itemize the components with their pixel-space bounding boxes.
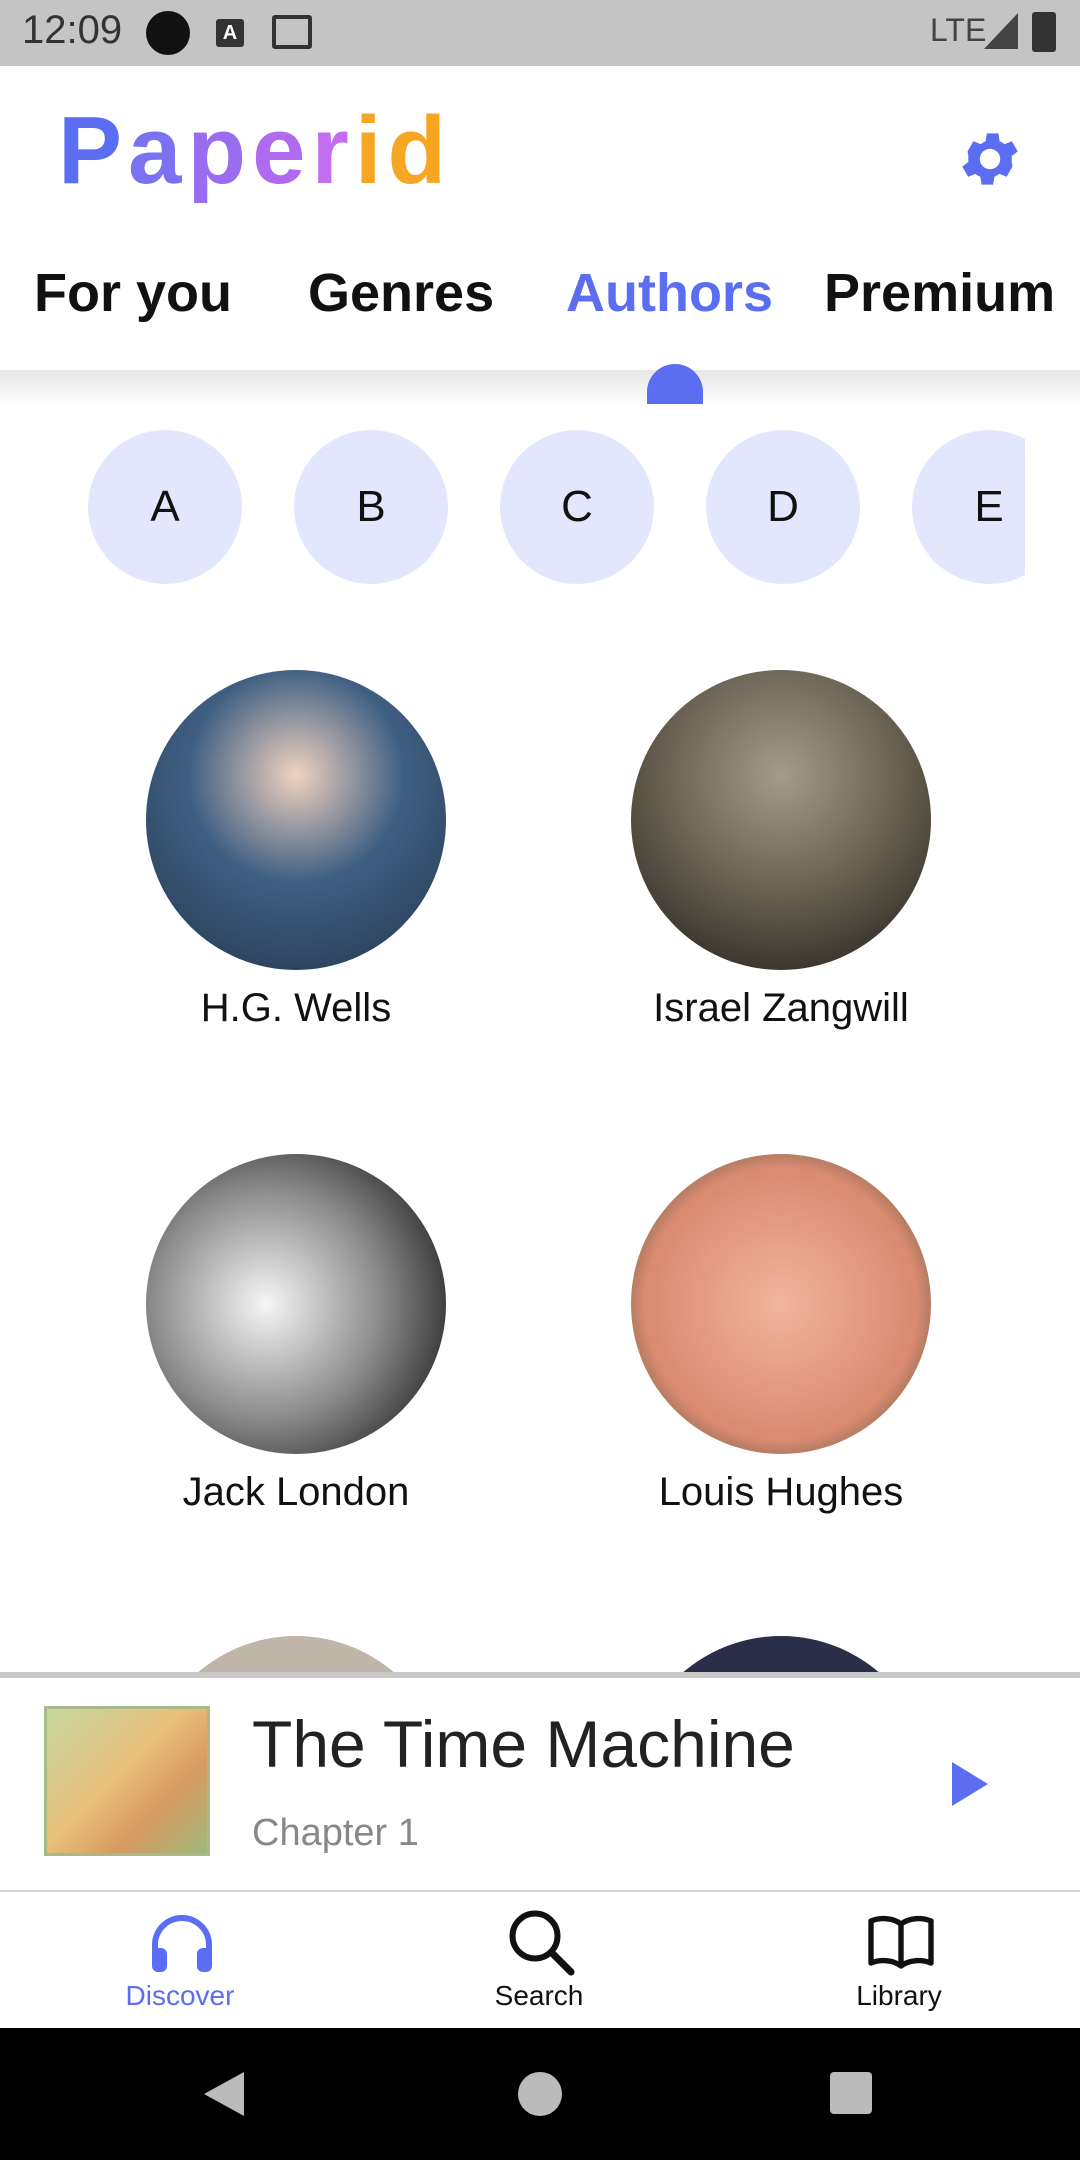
author-avatar [146,670,446,970]
home-icon[interactable] [518,2072,562,2116]
author-card[interactable]: Louis Hughes [571,1154,991,1515]
author-avatar-partial[interactable] [146,1636,446,1674]
author-avatar-partial[interactable] [631,1636,931,1674]
app-logo-letter: a [128,97,188,204]
tab-genres[interactable]: Genres [308,262,494,324]
letter-a-button[interactable]: A [88,430,242,584]
author-card[interactable]: H.G. Wells [86,670,506,1031]
letter-filter[interactable]: A B C D E [0,430,1025,586]
recent-apps-icon[interactable] [830,2072,872,2114]
letter-c-button[interactable]: C [500,430,654,584]
category-tabs: For you Genres Authors Premium [0,262,1080,366]
letter-d-button[interactable]: D [706,430,860,584]
nav-search-label: Search [494,1980,584,2011]
app-logo-letter: d [387,97,453,204]
letter-e-button[interactable]: E [912,430,1025,584]
tab-for-you[interactable]: For you [34,262,232,324]
app-logo-letter: P [58,97,129,204]
author-avatar [631,1154,931,1454]
tab-authors[interactable]: Authors [566,262,773,324]
author-avatar [146,1154,446,1454]
nav-search[interactable]: Search [389,1892,689,2028]
network-type: LTE [930,12,987,48]
author-avatar [631,670,931,970]
mini-player[interactable]: The Time Machine Chapter 1 [0,1672,1080,1892]
gmail-icon [272,15,312,49]
book-cover [44,1706,210,1856]
signal-icon [984,13,1018,49]
author-card[interactable]: Jack London [86,1154,506,1515]
nav-library-label: Library [856,1980,942,2011]
search-icon [509,1910,575,1976]
app-logo-letter: e [252,97,312,204]
app-logo-letter: i [354,97,388,204]
author-name: H.G. Wells [200,986,392,1030]
author-row-partial [0,1636,1080,1674]
author-name: Jack London [182,1470,410,1514]
nav-discover[interactable]: Discover [30,1892,330,2028]
nav-library[interactable]: Library [749,1892,1049,2028]
author-card[interactable]: Israel Zangwill [571,670,991,1031]
back-icon[interactable] [204,2072,244,2116]
author-name: Louis Hughes [658,1470,904,1514]
tab-premium[interactable]: Premium [824,262,1055,324]
letter-b-button[interactable]: B [294,430,448,584]
app-logo-letter: r [311,97,355,204]
bottom-nav: Discover Search Library [0,1892,1080,2028]
status-time: 12:09 [22,8,123,52]
player-title: The Time Machine [252,1707,795,1781]
notification-dot-icon [146,11,190,55]
nav-discover-label: Discover [125,1980,235,2011]
tab-divider [0,370,1080,404]
status-bar: 12:09 A LTE [0,0,1080,66]
app-logo: Paperid [58,96,452,206]
headphones-icon [152,1915,212,1972]
author-name: Israel Zangwill [653,986,909,1030]
system-nav-bar [0,2028,1080,2160]
gear-icon[interactable] [955,124,1025,194]
notification-a-icon: A [216,19,244,47]
player-chapter: Chapter 1 [252,1812,419,1854]
book-icon [868,1915,934,1969]
play-icon[interactable] [952,1762,988,1806]
battery-icon [1032,12,1056,52]
app-logo-letter: p [187,97,253,204]
